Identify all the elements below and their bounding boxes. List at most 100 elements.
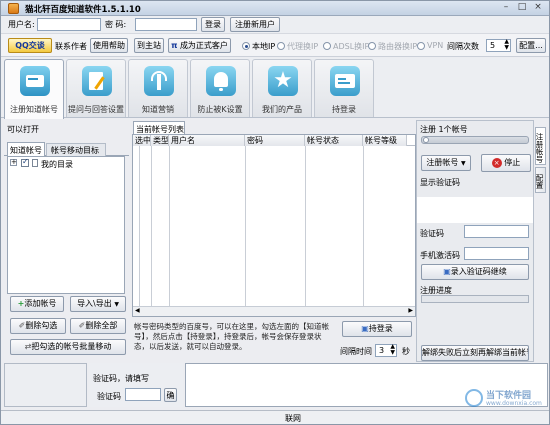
register-count-title: 注册 1个帐号 <box>420 125 468 134</box>
account-table[interactable]: 选中 类型 用户名 密码 帐号状态 帐号等级 ◀ ▶ <box>132 134 416 317</box>
scroll-left-icon[interactable]: ◀ <box>135 307 140 314</box>
col-selected[interactable]: 选中 <box>133 135 151 146</box>
interval-spinner[interactable]: 3 ▲ ▼ <box>375 344 397 357</box>
account-select-dropdown[interactable]: 注册帐号 ▼ <box>421 155 471 171</box>
bottom-captcha-label: 验证码 <box>97 392 121 401</box>
upgrade-label: 成为正式客户 <box>179 41 228 50</box>
col-level[interactable]: 帐号等级 <box>363 135 407 146</box>
account-tree[interactable]: + 我的目录 <box>7 156 125 294</box>
network-status: 联网 <box>285 414 301 423</box>
dropdown-arrow-icon: ▼ <box>460 160 466 167</box>
tab-products[interactable]: ★ 我们的产品 <box>252 59 312 117</box>
col-divider <box>151 146 152 306</box>
ip-local-radio[interactable] <box>242 42 250 50</box>
hint-text: 帐号密码类型的百度号，可以在这里，勾选左面的【知道帐号】，然后点击【持登录】，持… <box>134 322 329 351</box>
tab-hold-login[interactable]: 持登录 <box>314 59 374 117</box>
dropdown-arrow-icon: ▼ <box>114 301 119 308</box>
account-list-tab[interactable]: 当前帐号列表 <box>133 121 185 134</box>
close-icon[interactable]: × <box>530 2 546 14</box>
contact-author-link[interactable]: 联系作者 <box>55 41 87 52</box>
window-title: 猫北轩百度知道软件1.5.1.10 <box>25 5 141 15</box>
stop-label: 停止 <box>504 158 521 167</box>
folder-icon <box>32 159 38 167</box>
captcha-prompt: 验证码，请填写 <box>93 374 149 383</box>
vtab-register-account[interactable]: 注册帐号 <box>535 127 546 165</box>
delete-all-label: 删除全部 <box>85 321 118 330</box>
tab-anti-ban-label: 防止被K设置 <box>197 105 243 114</box>
subtab-accounts[interactable]: 知道帐号 <box>7 142 45 156</box>
stop-icon: × <box>491 157 502 168</box>
captcha-input[interactable] <box>464 225 529 238</box>
import-export-label: 导入\导出 <box>77 299 112 308</box>
tab-anti-ban[interactable]: 防止被K设置 <box>190 59 250 117</box>
bottom-captcha-input[interactable] <box>125 388 161 401</box>
tab-register-account-label: 注册知道帐号 <box>10 105 58 114</box>
toolbar: QQ交谈 联系作者 使用帮助 到主站 π 成为正式客户 本地IP 代理换IP A… <box>1 33 549 57</box>
account-list-panel: 当前帐号列表 选中 类型 用户名 密码 帐号状态 帐号等级 ◀ ▶ <box>132 120 416 317</box>
register-user-button[interactable]: 注册新用户 <box>230 17 280 32</box>
add-account-button[interactable]: +添加帐号 <box>10 296 64 312</box>
home-site-button[interactable]: 到主站 <box>134 38 164 53</box>
ip-proxy-radio[interactable] <box>277 42 285 50</box>
submit-captcha-label: 录入验证码继续 <box>450 267 507 276</box>
tree-item-checkbox[interactable] <box>21 157 29 167</box>
ip-router-radio[interactable] <box>368 42 376 50</box>
pi-icon: π <box>171 41 178 50</box>
left-panel: 可以打开 知道帐号 帐号移动目标 + 我的目录 +添加帐号 导入\导出 ▼ ✐删… <box>4 120 129 360</box>
ip-vpn-radio[interactable] <box>417 42 425 50</box>
ip-adsl-label: ADSL换IP <box>333 42 370 51</box>
batch-move-button[interactable]: ⇄把勾选的帐号批量移动 <box>10 339 126 355</box>
bottom-ok-button[interactable]: 确 <box>164 388 177 402</box>
maximize-icon[interactable]: □ <box>514 2 530 14</box>
title-bar: 猫北轩百度知道软件1.5.1.10 – □ × <box>1 1 549 16</box>
config-button[interactable]: 配置... <box>516 38 546 53</box>
activation-input[interactable] <box>464 247 529 260</box>
subtab-move-target[interactable]: 帐号移动目标 <box>46 143 106 156</box>
bottom-left-box <box>4 363 87 407</box>
tab-qa-settings-label: 提问与回答设置 <box>68 105 124 114</box>
interval-label: 间隔时间 <box>340 347 372 356</box>
watermark: 当下软件园 www.downxia.com <box>465 388 549 410</box>
vtab-config[interactable]: 配置 <box>535 167 546 193</box>
col-status[interactable]: 帐号状态 <box>305 135 363 146</box>
submit-captcha-button[interactable]: ▣录入验证码继续 <box>421 264 529 280</box>
app-window: 猫北轩百度知道软件1.5.1.10 – □ × 用户名: 密 码: 登录 注册新… <box>0 0 550 425</box>
minimize-icon[interactable]: – <box>498 2 514 14</box>
tab-marketing-label: 知道营销 <box>142 105 174 114</box>
unbind-retry-button[interactable]: 解绑失败后立刻再解绑当前帐号 <box>421 345 529 361</box>
scroll-right-icon[interactable]: ▶ <box>408 307 413 314</box>
tree-item-label: 我的目录 <box>41 160 73 169</box>
username-input[interactable] <box>37 18 101 31</box>
qq-chat-button[interactable]: QQ交谈 <box>8 38 52 53</box>
ip-vpn-label: VPN <box>427 41 444 50</box>
ip-proxy-label: 代理换IP <box>287 42 319 51</box>
col-type[interactable]: 类型 <box>151 135 169 146</box>
tab-qa-settings[interactable]: 提问与回答设置 <box>66 59 126 117</box>
ip-adsl-radio[interactable] <box>323 42 331 50</box>
upgrade-button[interactable]: π 成为正式客户 <box>168 38 231 53</box>
watermark-logo-icon <box>465 389 483 407</box>
captcha-label: 验证码 <box>420 229 444 238</box>
captcha-image-area <box>417 197 533 223</box>
col-password[interactable]: 密码 <box>245 135 305 146</box>
import-export-button[interactable]: 导入\导出 ▼ <box>70 296 126 312</box>
tab-marketing[interactable]: 知道营销 <box>128 59 188 117</box>
help-button[interactable]: 使用帮助 <box>90 38 128 53</box>
hold-login-label: 持登录 <box>368 324 393 333</box>
watermark-url: www.downxia.com <box>486 400 542 407</box>
login-small-icon: ▣ <box>361 324 369 333</box>
ip-router-label: 路由器换IP <box>378 42 418 51</box>
horizontal-scrollbar[interactable]: ◀ ▶ <box>133 306 415 316</box>
password-input[interactable] <box>135 18 197 31</box>
delete-all-button[interactable]: ✐删除全部 <box>70 318 126 334</box>
retry-count-label: 间隔次数 <box>447 42 479 51</box>
tab-register-account[interactable]: 注册知道帐号 <box>4 59 64 119</box>
stop-button[interactable]: × 停止 <box>481 154 531 172</box>
tree-expand-icon[interactable]: + <box>10 159 17 166</box>
delete-checked-button[interactable]: ✐删除勾选 <box>10 318 66 334</box>
col-username[interactable]: 用户名 <box>169 135 245 146</box>
login-button[interactable]: 登录 <box>201 17 225 32</box>
retry-count-spinner[interactable]: 5 ▲ ▼ <box>486 39 511 52</box>
hold-login-button[interactable]: ▣持登录 <box>342 321 412 337</box>
delete-checked-label: 删除勾选 <box>25 321 58 330</box>
